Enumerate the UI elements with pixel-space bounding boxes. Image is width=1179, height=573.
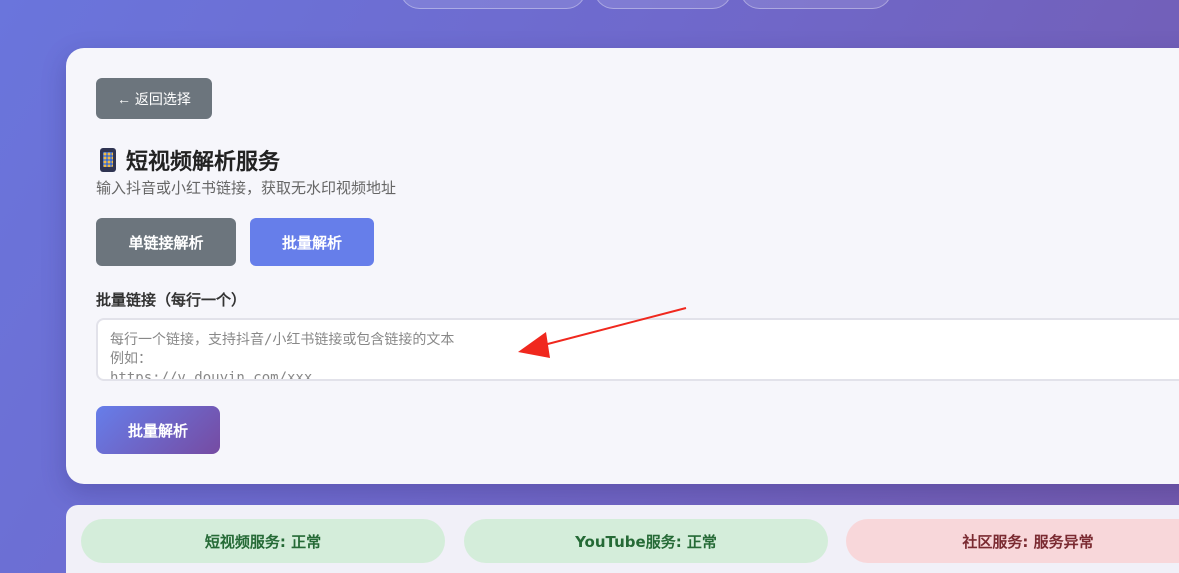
service-card: ← 返回选择 短视频解析服务 输入抖音或小红书链接，获取无水印视频地址 单链接解… [66,48,1179,484]
batch-links-label: 批量链接（每行一个） [96,291,247,309]
batch-parse-submit-button[interactable]: 批量解析 [96,406,220,454]
page-subtitle: 输入抖音或小红书链接，获取无水印视频地址 [96,179,397,197]
page-title: 短视频解析服务 [126,150,281,175]
status-badge-short-video: 短视频服务: 正常 [81,519,445,563]
status-badge-youtube: YouTube服务: 正常 [464,519,828,563]
batch-mode-button[interactable]: 批量解析 [250,218,374,266]
top-nav-pill[interactable] [400,0,586,9]
mobile-phone-icon [100,148,116,172]
title-row: 短视频解析服务 [100,144,280,176]
top-nav-pill[interactable] [594,0,732,9]
batch-links-placeholder: 每行一个链接，支持抖音/小红书链接或包含链接的文本 例如： https://v.… [110,332,455,381]
top-nav-pill[interactable] [740,0,892,9]
back-button[interactable]: ← 返回选择 [96,78,212,119]
annotation-arrow-icon [518,307,687,358]
status-badge-community: 社区服务: 服务异常 [846,519,1179,563]
single-link-mode-button[interactable]: 单链接解析 [96,218,236,266]
service-status-bar: 短视频服务: 正常 YouTube服务: 正常 社区服务: 服务异常 [66,505,1179,573]
